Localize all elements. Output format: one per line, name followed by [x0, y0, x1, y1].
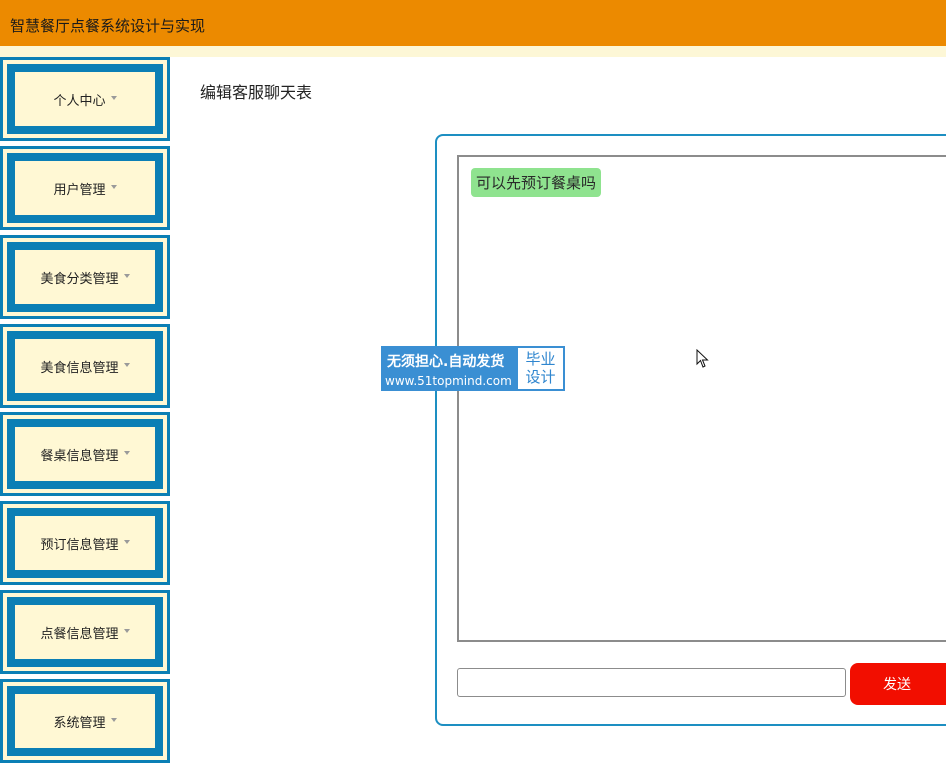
sidebar-item-label: 个人中心 [53, 93, 106, 109]
sidebar-item-label: 美食信息管理 [40, 360, 119, 376]
caret-down-icon [123, 451, 130, 455]
caret-down-icon [110, 718, 117, 722]
sidebar-item-label: 系统管理 [53, 715, 106, 731]
caret-down-icon [110, 96, 117, 100]
chat-message: 可以先预订餐桌吗 [471, 168, 602, 197]
sidebar-item-user-management[interactable]: 用户管理 [0, 146, 170, 230]
page-title: 编辑客服聊天表 [200, 83, 313, 102]
caret-down-icon [123, 363, 130, 367]
caret-down-icon [123, 540, 130, 544]
caret-down-icon [110, 185, 117, 189]
sidebar-item-label: 预订信息管理 [40, 537, 119, 553]
watermark-banner: 无须担心.自动发货 www.51topmind.com 毕业 设计 [381, 346, 565, 391]
sidebar-item-order-info[interactable]: 点餐信息管理 [0, 590, 170, 674]
sidebar-item-food-info[interactable]: 美食信息管理 [0, 324, 170, 408]
sidebar-item-label: 美食分类管理 [40, 271, 119, 287]
sidebar-item-food-category[interactable]: 美食分类管理 [0, 235, 170, 319]
sidebar-item-label: 点餐信息管理 [40, 626, 119, 642]
sidebar-item-label: 用户管理 [53, 182, 106, 198]
caret-down-icon [123, 274, 130, 278]
sidebar: 个人中心 用户管理 美食分类管理 美食信息管理 餐桌信息管理 预订信息管理 点餐… [0, 57, 172, 763]
sidebar-item-table-info[interactable]: 餐桌信息管理 [0, 412, 170, 496]
watermark-line2: www.51topmind.com [385, 374, 512, 388]
header-bar: 智慧餐厅点餐系统设计与实现 [0, 0, 946, 46]
sidebar-item-reservation-info[interactable]: 预订信息管理 [0, 501, 170, 585]
watermark-line1: 无须担心.自动发货 [387, 354, 505, 370]
sidebar-item-personal-center[interactable]: 个人中心 [0, 57, 170, 141]
sidebar-item-system-management[interactable]: 系统管理 [0, 679, 170, 763]
watermark-badge-line1: 毕业 [525, 350, 556, 368]
send-button[interactable]: 发送 [850, 663, 946, 705]
chat-log[interactable]: 可以先预订餐桌吗 [457, 155, 946, 642]
message-input[interactable] [457, 668, 846, 697]
caret-down-icon [123, 629, 130, 633]
watermark-badge-line2: 设计 [525, 368, 556, 386]
mouse-cursor-icon [696, 349, 709, 368]
header-strip [0, 46, 946, 57]
app-title: 智慧餐厅点餐系统设计与实现 [10, 17, 206, 35]
sidebar-item-label: 餐桌信息管理 [40, 448, 119, 464]
watermark-badge: 毕业 设计 [518, 348, 563, 389]
